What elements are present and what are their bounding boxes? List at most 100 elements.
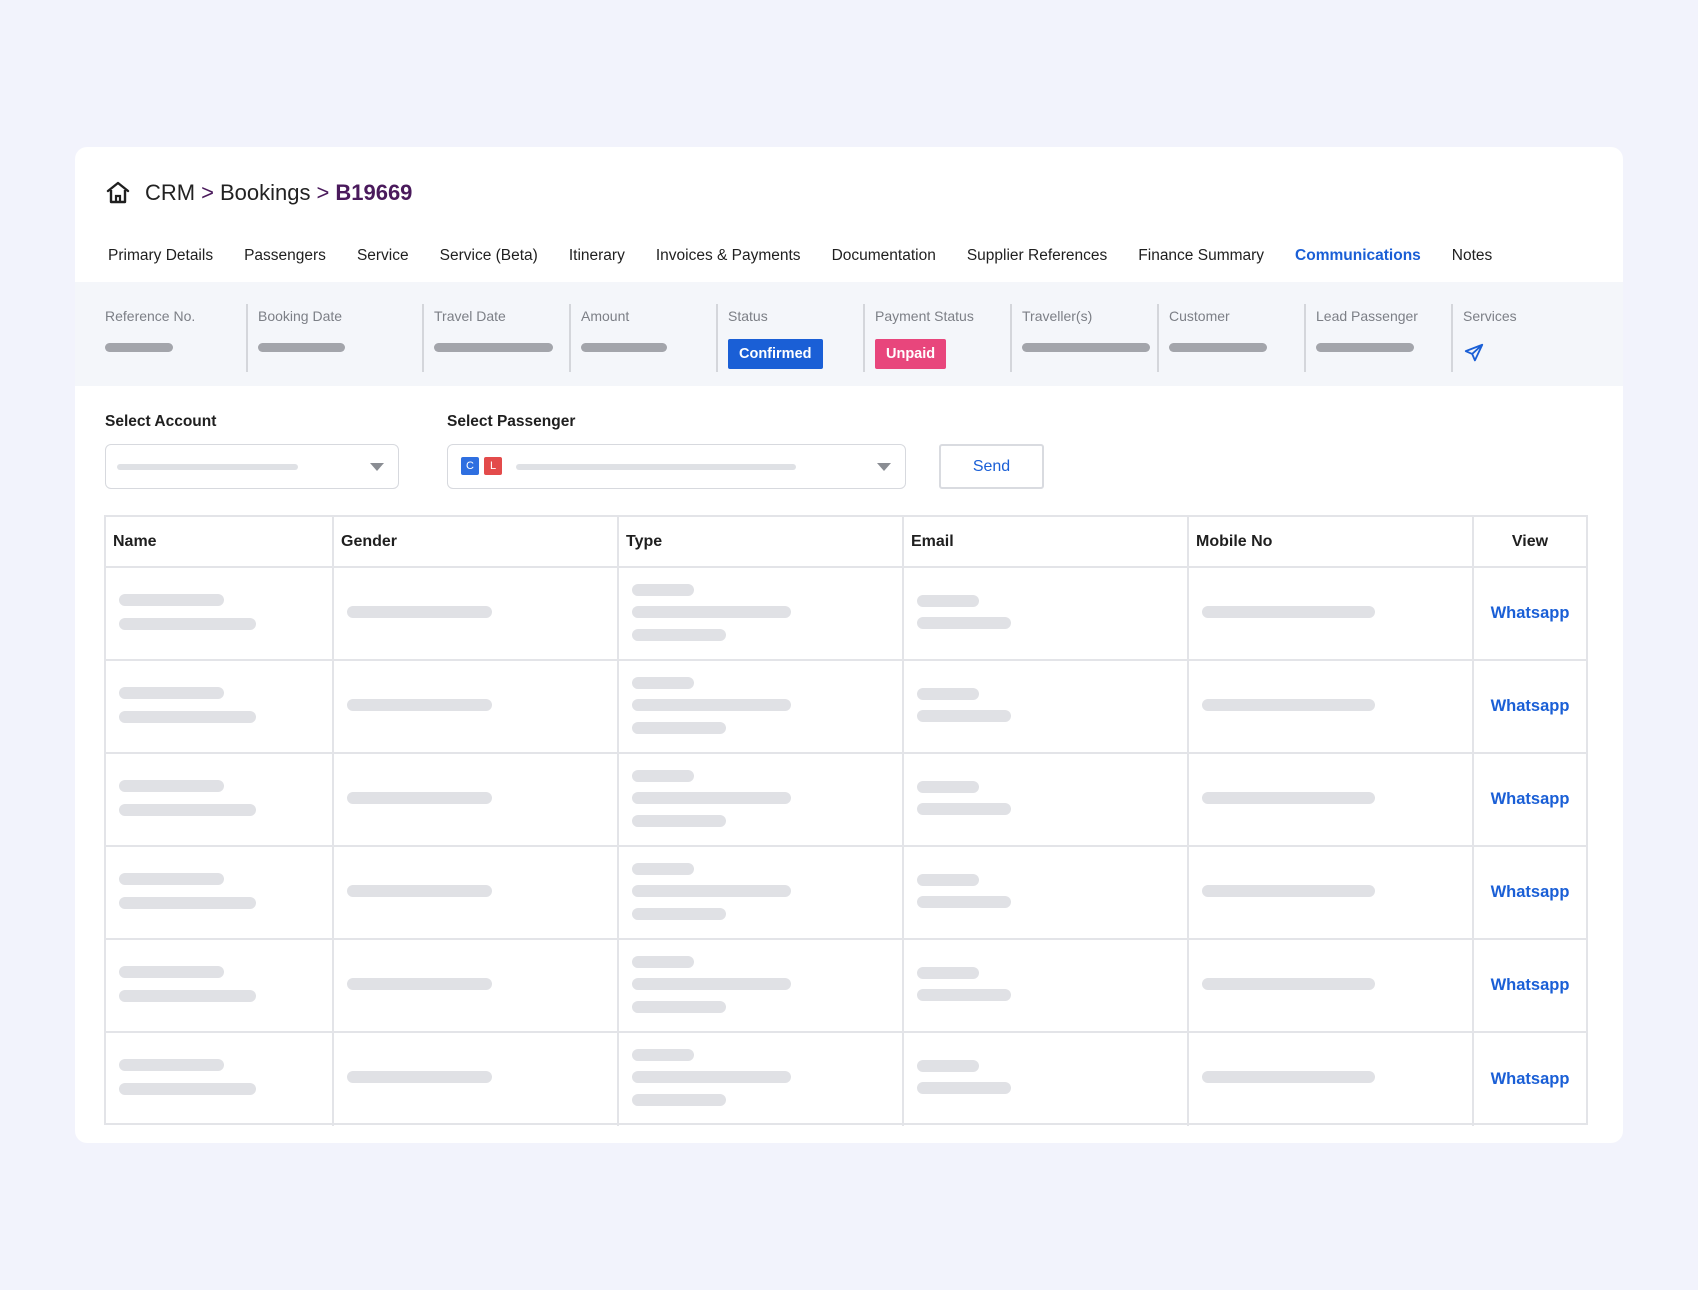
skeleton-value	[632, 978, 791, 990]
cell-name	[106, 568, 334, 659]
whatsapp-link[interactable]: Whatsapp	[1491, 976, 1570, 995]
skeleton-value	[632, 863, 694, 875]
skeleton-value	[1316, 343, 1414, 352]
skeleton-value	[632, 722, 726, 734]
skeleton-value	[632, 1049, 694, 1061]
skeleton-value	[632, 956, 694, 968]
skeleton-value	[1022, 343, 1150, 352]
cell-email	[904, 661, 1189, 752]
cell-email	[904, 754, 1189, 845]
skeleton-value	[917, 688, 979, 700]
chevron-down-icon	[877, 463, 891, 471]
skeleton-value	[347, 885, 492, 897]
skeleton-value	[1202, 699, 1375, 711]
cell-email	[904, 847, 1189, 938]
skeleton-value	[1202, 1071, 1375, 1083]
skeleton-value	[1169, 343, 1267, 352]
skeleton-value	[119, 1059, 224, 1071]
table-row: Whatsapp	[106, 661, 1586, 754]
skeleton-value	[632, 606, 791, 618]
select-passenger-dropdown[interactable]: C L	[447, 444, 906, 489]
cell-mobile-no	[1189, 1033, 1474, 1126]
skeleton-value	[632, 584, 694, 596]
skeleton-value	[105, 343, 173, 352]
status-badge: Confirmed	[728, 339, 823, 369]
summary-label: Services	[1463, 308, 1517, 324]
summary-label: Payment Status	[875, 308, 974, 324]
select-account-label: Select Account	[105, 413, 217, 430]
cell-type	[619, 847, 904, 938]
select-passenger-label: Select Passenger	[447, 413, 576, 430]
skeleton-value	[347, 792, 492, 804]
summary-label: Booking Date	[258, 308, 343, 324]
cell-gender	[334, 847, 619, 938]
table-row: Whatsapp	[106, 568, 1586, 661]
breadcrumb-separator: >	[201, 180, 214, 205]
cell-email	[904, 1033, 1189, 1126]
skeleton-value	[632, 1001, 726, 1013]
select-account-dropdown[interactable]	[105, 444, 399, 489]
skeleton-value	[917, 874, 979, 886]
summary-label: Customer	[1169, 308, 1230, 324]
cell-view: Whatsapp	[1474, 568, 1586, 659]
cell-mobile-no	[1189, 940, 1474, 1031]
cell-gender	[334, 754, 619, 845]
summary-amount: Amount	[569, 282, 716, 386]
summary-label: Reference No.	[105, 308, 196, 324]
skeleton-value	[1202, 978, 1375, 990]
skeleton-value	[917, 617, 1011, 629]
column-header-gender: Gender	[334, 517, 619, 566]
breadcrumb-bookings[interactable]: Bookings	[220, 180, 311, 206]
whatsapp-link[interactable]: Whatsapp	[1491, 883, 1570, 902]
skeleton-value	[581, 343, 667, 352]
whatsapp-link[interactable]: Whatsapp	[1491, 1070, 1570, 1089]
skeleton-value	[917, 967, 979, 979]
skeleton-value	[632, 1071, 791, 1083]
cell-name	[106, 754, 334, 845]
cell-view: Whatsapp	[1474, 661, 1586, 752]
summary-payment-status: Payment Status Unpaid	[863, 282, 1010, 386]
summary-reference-no: Reference No.	[75, 282, 246, 386]
cell-view: Whatsapp	[1474, 1033, 1586, 1126]
column-header-view: View	[1511, 532, 1549, 550]
cell-type	[619, 1033, 904, 1126]
skeleton-value	[119, 594, 224, 606]
skeleton-value	[632, 815, 726, 827]
cell-gender	[334, 568, 619, 659]
skeleton-value	[347, 606, 492, 618]
skeleton-value	[917, 710, 1011, 722]
cell-gender	[334, 1033, 619, 1126]
summary-travellers: Traveller(s)	[1010, 282, 1157, 386]
skeleton-value	[632, 677, 694, 689]
column-header-email: Email	[904, 517, 1189, 566]
whatsapp-link[interactable]: Whatsapp	[1491, 604, 1570, 623]
cell-view: Whatsapp	[1474, 940, 1586, 1031]
summary-label: Traveller(s)	[1022, 308, 1093, 324]
table-row: Whatsapp	[106, 940, 1586, 1033]
home-icon[interactable]	[105, 180, 131, 206]
skeleton-value	[347, 978, 492, 990]
passenger-chip-c: C	[461, 457, 479, 475]
cell-mobile-no	[1189, 847, 1474, 938]
chevron-down-icon	[370, 463, 384, 471]
skeleton-value	[632, 1094, 726, 1106]
summary-travel-date: Travel Date	[422, 282, 569, 386]
skeleton-value	[119, 873, 224, 885]
send-button[interactable]: Send	[939, 444, 1044, 489]
whatsapp-link[interactable]: Whatsapp	[1491, 697, 1570, 716]
skeleton-value	[119, 897, 256, 909]
cell-view: Whatsapp	[1474, 847, 1586, 938]
summary-lead-passenger: Lead Passenger	[1304, 282, 1451, 386]
cell-email	[904, 568, 1189, 659]
breadcrumb-crm[interactable]: CRM	[145, 180, 195, 206]
skeleton-value	[258, 343, 345, 352]
whatsapp-link[interactable]: Whatsapp	[1491, 790, 1570, 809]
column-header-name: Name	[106, 517, 334, 566]
cell-email	[904, 940, 1189, 1031]
cell-gender	[334, 940, 619, 1031]
summary-label: Amount	[581, 308, 630, 324]
plane-icon	[1463, 342, 1485, 364]
skeleton-value	[917, 896, 1011, 908]
summary-customer: Customer	[1157, 282, 1304, 386]
summary-label: Lead Passenger	[1316, 308, 1418, 324]
